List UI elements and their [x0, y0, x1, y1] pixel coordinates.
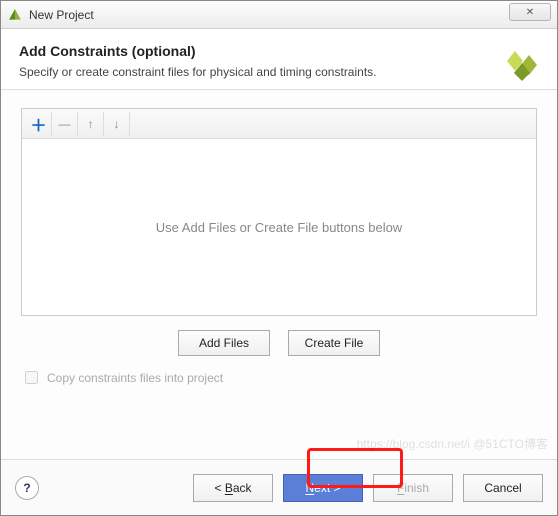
- window-title: New Project: [29, 8, 94, 22]
- finish-button: Finish: [373, 474, 453, 502]
- move-down-icon[interactable]: ↓: [104, 112, 130, 136]
- help-button[interactable]: ?: [15, 476, 39, 500]
- page-subtitle: Specify or create constraint files for p…: [19, 65, 539, 79]
- panel-toolbar: ＋ — ↑ ↓: [22, 109, 536, 139]
- help-icon: ?: [23, 481, 30, 495]
- move-up-icon[interactable]: ↑: [78, 112, 104, 136]
- back-button[interactable]: < Back: [193, 474, 273, 502]
- file-list-empty: Use Add Files or Create File buttons bel…: [22, 139, 536, 315]
- create-file-button[interactable]: Create File: [288, 330, 380, 356]
- page-title: Add Constraints (optional): [19, 43, 539, 59]
- wizard-footer: ? < Back Next > Finish Cancel: [1, 459, 557, 515]
- brand-icon: [505, 47, 541, 83]
- titlebar: New Project ✕: [1, 1, 557, 29]
- empty-placeholder: Use Add Files or Create File buttons bel…: [156, 220, 402, 235]
- header: Add Constraints (optional) Specify or cr…: [1, 29, 557, 90]
- window-close-button[interactable]: ✕: [509, 3, 551, 21]
- next-button[interactable]: Next >: [283, 474, 363, 502]
- constraints-file-panel: ＋ — ↑ ↓ Use Add Files or Create File but…: [21, 108, 537, 316]
- remove-icon[interactable]: —: [52, 112, 78, 136]
- close-icon: ✕: [526, 7, 534, 18]
- add-files-button[interactable]: Add Files: [178, 330, 270, 356]
- app-icon: [7, 7, 23, 23]
- add-icon[interactable]: ＋: [26, 112, 52, 136]
- copy-into-project-checkbox[interactable]: Copy constraints files into project: [21, 368, 537, 387]
- dialog-window: New Project ✕ Add Constraints (optional)…: [0, 0, 558, 516]
- cancel-button[interactable]: Cancel: [463, 474, 543, 502]
- file-action-row: Add Files Create File: [21, 316, 537, 366]
- content-area: ＋ — ↑ ↓ Use Add Files or Create File but…: [1, 90, 557, 459]
- copy-checkbox-input[interactable]: [25, 371, 38, 384]
- copy-checkbox-label: Copy constraints files into project: [47, 371, 223, 385]
